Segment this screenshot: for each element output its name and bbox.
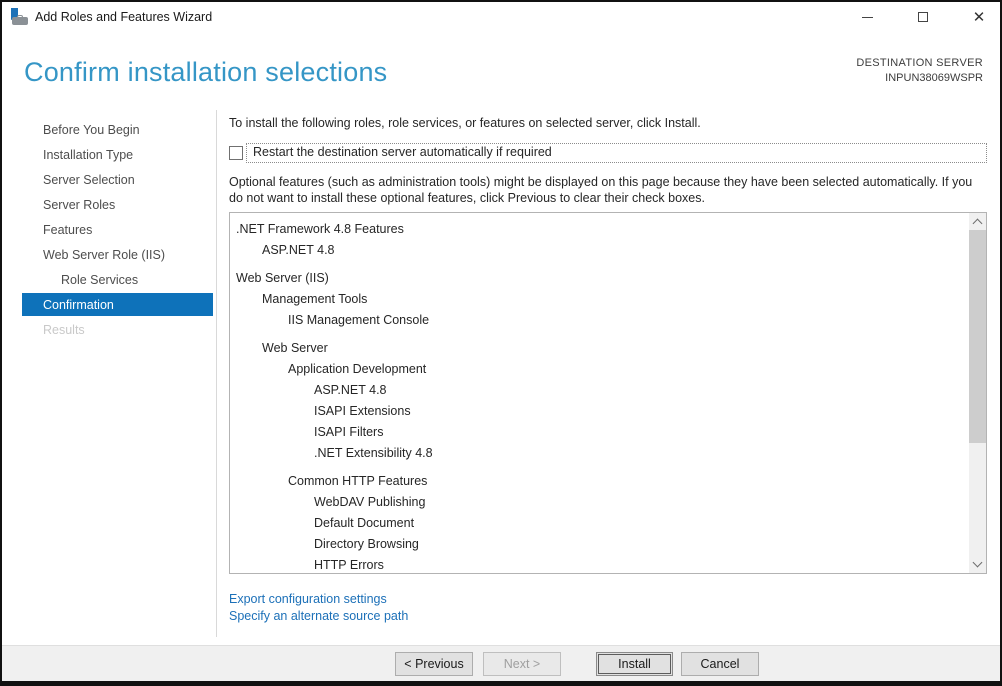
wizard-window: Add Roles and Features Wizard ✕ Confirm … (0, 0, 1002, 686)
tree-item[interactable]: Application Development (230, 362, 968, 383)
tree-item[interactable]: HTTP Errors (230, 558, 968, 574)
tree-item[interactable]: Management Tools (230, 292, 968, 313)
scroll-up-icon[interactable] (969, 213, 986, 230)
next-button[interactable]: Next > (483, 652, 561, 676)
sidebar-divider (216, 110, 217, 637)
page-title: Confirm installation selections (24, 57, 387, 88)
window-title: Add Roles and Features Wizard (35, 10, 212, 24)
tree-item[interactable]: Directory Browsing (230, 537, 968, 558)
tree-item[interactable]: .NET Extensibility 4.8 (230, 446, 968, 467)
configuration-links: Export configuration settingsSpecify an … (229, 591, 408, 625)
previous-button[interactable]: < Previous (395, 652, 473, 676)
sidebar-item-server-selection[interactable]: Server Selection (22, 167, 213, 192)
tree-item[interactable]: .NET Framework 4.8 Features (230, 222, 968, 243)
tree-item[interactable]: ASP.NET 4.8 (230, 383, 968, 404)
footer-bar: < Previous Next > Install Cancel (2, 645, 1000, 681)
sidebar-item-server-roles[interactable]: Server Roles (22, 192, 213, 217)
tree-item[interactable]: Web Server (IIS) (230, 271, 968, 292)
destination-server-label: DESTINATION SERVER (856, 57, 983, 69)
main-content: To install the following roles, role ser… (229, 110, 987, 206)
tree-item[interactable]: ASP.NET 4.8 (230, 243, 968, 264)
cancel-button[interactable]: Cancel (681, 652, 759, 676)
close-icon[interactable]: ✕ (966, 4, 992, 30)
scroll-down-icon[interactable] (969, 556, 986, 573)
scrollbar-thumb[interactable] (969, 230, 986, 443)
sidebar-item-results: Results (22, 317, 213, 342)
sidebar-item-features[interactable]: Features (22, 217, 213, 242)
sidebar-item-confirmation[interactable]: Confirmation (22, 293, 213, 316)
link-export-configuration-settings[interactable]: Export configuration settings (229, 591, 408, 608)
restart-checkbox[interactable] (229, 146, 243, 160)
optional-features-note: Optional features (such as administratio… (229, 174, 987, 206)
restart-checkbox-label[interactable]: Restart the destination server automatic… (253, 145, 552, 159)
title-bar: Add Roles and Features Wizard ✕ (2, 2, 1000, 32)
tree-item[interactable]: Default Document (230, 516, 968, 537)
sidebar-item-web-server-role-iis-[interactable]: Web Server Role (IIS) (22, 242, 213, 267)
restart-checkbox-row[interactable]: Restart the destination server automatic… (229, 143, 987, 163)
wizard-steps-sidebar: Before You BeginInstallation TypeServer … (22, 117, 213, 342)
tree-item[interactable]: IIS Management Console (230, 313, 968, 334)
install-button[interactable]: Install (596, 652, 673, 676)
intro-text: To install the following roles, role ser… (229, 116, 987, 130)
listbox-scrollbar[interactable] (969, 213, 986, 573)
server-manager-icon (11, 8, 29, 25)
sidebar-item-role-services[interactable]: Role Services (22, 267, 213, 292)
link-specify-an-alternate-source-path[interactable]: Specify an alternate source path (229, 608, 408, 625)
selection-tree: .NET Framework 4.8 FeaturesASP.NET 4.8We… (230, 222, 968, 574)
sidebar-item-installation-type[interactable]: Installation Type (22, 142, 213, 167)
tree-item[interactable]: ISAPI Filters (230, 425, 968, 446)
tree-item[interactable]: Web Server (230, 341, 968, 362)
maximize-icon[interactable] (910, 4, 936, 30)
destination-server-block: DESTINATION SERVER INPUN38069WSPR (856, 57, 983, 84)
window-controls: ✕ (854, 2, 992, 32)
tree-item[interactable]: Common HTTP Features (230, 474, 968, 495)
tree-item[interactable]: WebDAV Publishing (230, 495, 968, 516)
selection-listbox[interactable]: .NET Framework 4.8 FeaturesASP.NET 4.8We… (229, 212, 987, 574)
destination-server-name: INPUN38069WSPR (856, 72, 983, 84)
minimize-icon[interactable] (854, 4, 880, 30)
sidebar-item-before-you-begin[interactable]: Before You Begin (22, 117, 213, 142)
tree-item[interactable]: ISAPI Extensions (230, 404, 968, 425)
